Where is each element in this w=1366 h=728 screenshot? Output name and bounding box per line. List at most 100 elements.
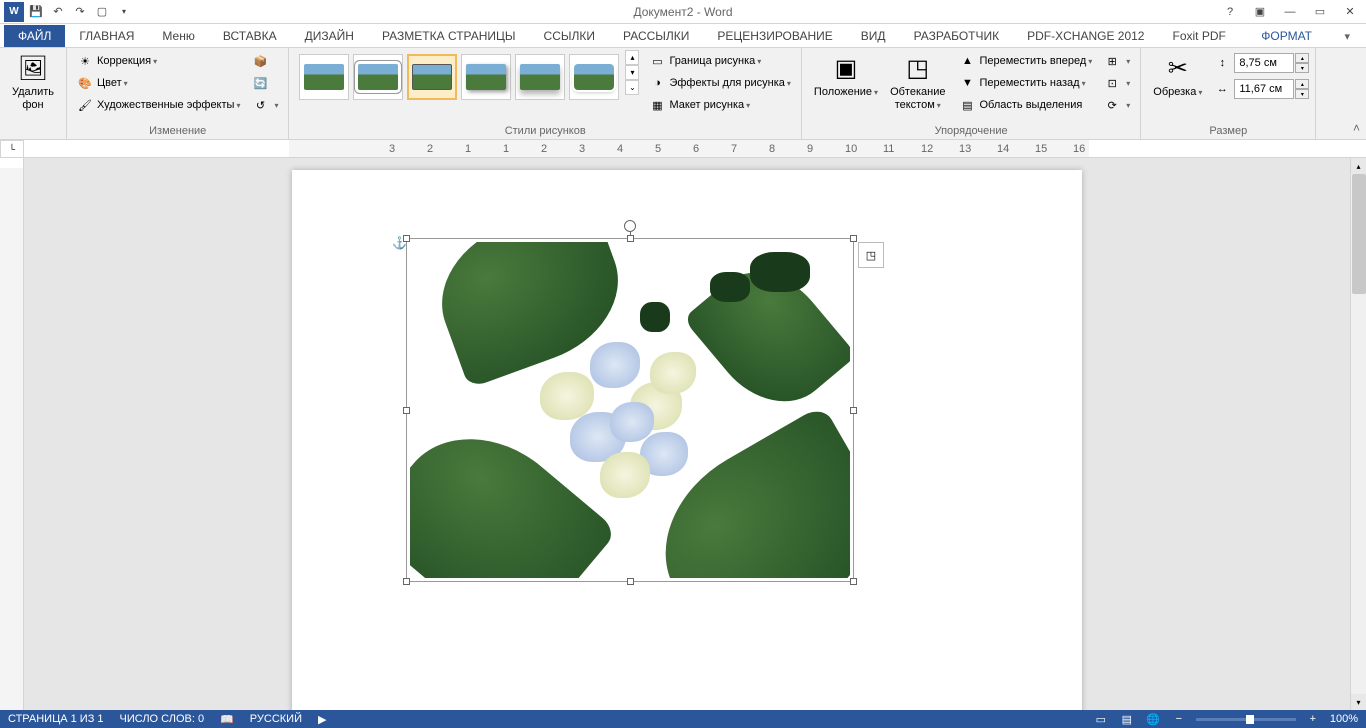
vertical-ruler[interactable]	[0, 158, 24, 710]
collapse-ribbon-icon[interactable]: ˄	[1353, 121, 1360, 135]
horizontal-ruler[interactable]: 3211234567891011121314151617	[24, 140, 1366, 158]
picture-effects-button[interactable]: ◑Эффекты для рисунка▾	[645, 72, 794, 94]
wrap-text-button[interactable]: ◳ Обтеканиетекстом▾	[884, 50, 951, 114]
help-icon[interactable]: ?	[1220, 2, 1240, 22]
tab-review[interactable]: РЕЦЕНЗИРОВАНИЕ	[703, 25, 846, 47]
height-down[interactable]: ▾	[1295, 63, 1309, 73]
wrap-icon: ◳	[902, 52, 934, 84]
new-doc-icon[interactable]: ▢	[92, 2, 112, 22]
scroll-down-button[interactable]: ▾	[1351, 694, 1366, 710]
resize-handle-ne[interactable]	[850, 235, 857, 242]
rotation-handle[interactable]	[624, 220, 636, 232]
resize-handle-w[interactable]	[403, 407, 410, 414]
proofing-icon[interactable]: 📖	[220, 713, 234, 726]
tab-menu[interactable]: Меню	[148, 25, 208, 47]
tab-design[interactable]: ДИЗАЙН	[291, 25, 368, 47]
style-thumb-5[interactable]	[515, 54, 565, 100]
style-thumb-3[interactable]	[407, 54, 457, 100]
crop-button[interactable]: ✂ Обрезка▾	[1147, 50, 1208, 101]
corrections-button[interactable]: ☀Коррекция▾	[73, 50, 244, 72]
group-label-size: Размер	[1147, 123, 1309, 139]
style-thumb-6[interactable]	[569, 54, 619, 100]
picture-border-button[interactable]: ▭Граница рисунка▾	[645, 50, 794, 72]
selected-image[interactable]: ⚓	[410, 242, 850, 578]
qat-customize-icon[interactable]: ▾	[114, 2, 134, 22]
vertical-scrollbar[interactable]: ▴ ▾	[1350, 158, 1366, 710]
artistic-effects-button[interactable]: 🖌Художественные эффекты▾	[73, 94, 244, 116]
tab-overflow-icon[interactable]: ▾	[1336, 26, 1358, 47]
style-thumb-4[interactable]	[461, 54, 511, 100]
tab-mailings[interactable]: РАССЫЛКИ	[609, 25, 703, 47]
read-mode-button[interactable]: ▭	[1092, 712, 1110, 726]
compress-icon: 📦	[252, 53, 268, 69]
resize-handle-e[interactable]	[850, 407, 857, 414]
zoom-in-button[interactable]: +	[1304, 712, 1322, 726]
anchor-icon: ⚓	[392, 236, 407, 250]
layout-options-button[interactable]: ◳	[858, 242, 884, 268]
language-status[interactable]: РУССКИЙ	[250, 713, 302, 725]
minimize-icon[interactable]: —	[1280, 2, 1300, 22]
rotate-button[interactable]: ⟳▾	[1100, 94, 1134, 116]
tab-view[interactable]: ВИД	[847, 25, 900, 47]
zoom-out-button[interactable]: −	[1170, 712, 1188, 726]
word-count[interactable]: ЧИСЛО СЛОВ: 0	[120, 713, 205, 725]
height-input[interactable]	[1234, 53, 1294, 73]
scroll-thumb[interactable]	[1352, 174, 1366, 294]
zoom-slider[interactable]	[1196, 718, 1296, 721]
tab-layout[interactable]: РАЗМЕТКА СТРАНИЦЫ	[368, 25, 530, 47]
tab-format[interactable]: ФОРМАТ	[1247, 25, 1326, 47]
color-icon: 🎨	[77, 75, 93, 91]
change-picture-button[interactable]: 🔄	[248, 72, 282, 94]
color-button[interactable]: 🎨Цвет▾	[73, 72, 244, 94]
scroll-up-button[interactable]: ▴	[1351, 158, 1366, 174]
selection-pane-button[interactable]: ▤Область выделения	[955, 94, 1096, 116]
send-backward-button[interactable]: ▼Переместить назад▾	[955, 72, 1096, 94]
tab-references[interactable]: ССЫЛКИ	[530, 25, 609, 47]
word-app-icon: W	[4, 2, 24, 22]
width-up[interactable]: ▴	[1295, 79, 1309, 89]
picture-layout-button[interactable]: ▦Макет рисунка▾	[645, 94, 794, 116]
ribbon-display-icon[interactable]: ▣	[1250, 2, 1270, 22]
compress-button[interactable]: 📦	[248, 50, 282, 72]
style-thumb-2[interactable]	[353, 54, 403, 100]
tab-insert[interactable]: ВСТАВКА	[209, 25, 291, 47]
width-down[interactable]: ▾	[1295, 89, 1309, 99]
gallery-down-button[interactable]: ▾	[625, 65, 639, 80]
pic-effects-icon: ◑	[649, 75, 665, 91]
undo-icon[interactable]: ↶	[48, 2, 68, 22]
effects-icon: 🖌	[77, 97, 93, 113]
tab-home[interactable]: ГЛАВНАЯ	[65, 25, 148, 47]
print-layout-button[interactable]: ▤	[1118, 712, 1136, 726]
tab-foxit[interactable]: Foxit PDF	[1158, 25, 1239, 47]
align-button[interactable]: ⊞▾	[1100, 50, 1134, 72]
zoom-level[interactable]: 100%	[1330, 713, 1358, 725]
resize-handle-se[interactable]	[850, 578, 857, 585]
remove-background-button[interactable]: 🖼 Удалитьфон	[6, 50, 60, 114]
ruler-corner[interactable]: └	[0, 140, 24, 158]
document-area: ⚓	[0, 158, 1366, 710]
reset-picture-button[interactable]: ↺▾	[248, 94, 282, 116]
style-thumb-1[interactable]	[299, 54, 349, 100]
group-button[interactable]: ⊡▾	[1100, 72, 1134, 94]
gallery-more-button[interactable]: ⌄	[625, 80, 639, 95]
page-status[interactable]: СТРАНИЦА 1 ИЗ 1	[8, 713, 104, 725]
width-input[interactable]	[1234, 79, 1294, 99]
page-container[interactable]: ⚓	[24, 158, 1350, 710]
position-button[interactable]: ▣ Положение▾	[808, 50, 884, 101]
height-up[interactable]: ▴	[1295, 53, 1309, 63]
macro-icon[interactable]: ▶	[318, 713, 326, 726]
tab-developer[interactable]: РАЗРАБОТЧИК	[900, 25, 1014, 47]
crop-icon: ✂	[1162, 52, 1194, 84]
redo-icon[interactable]: ↷	[70, 2, 90, 22]
close-icon[interactable]: ✕	[1340, 2, 1360, 22]
resize-handle-sw[interactable]	[403, 578, 410, 585]
bring-forward-button[interactable]: ▲Переместить вперед▾	[955, 50, 1096, 72]
save-icon[interactable]: 💾	[26, 2, 46, 22]
group-label-adjust: Изменение	[73, 123, 282, 139]
tab-pdfxchange[interactable]: PDF-XCHANGE 2012	[1013, 25, 1158, 47]
restore-icon[interactable]: ▭	[1310, 2, 1330, 22]
gallery-up-button[interactable]: ▴	[625, 50, 639, 65]
tab-file[interactable]: ФАЙЛ	[4, 25, 65, 47]
resize-handle-s[interactable]	[627, 578, 634, 585]
web-layout-button[interactable]: 🌐	[1144, 712, 1162, 726]
